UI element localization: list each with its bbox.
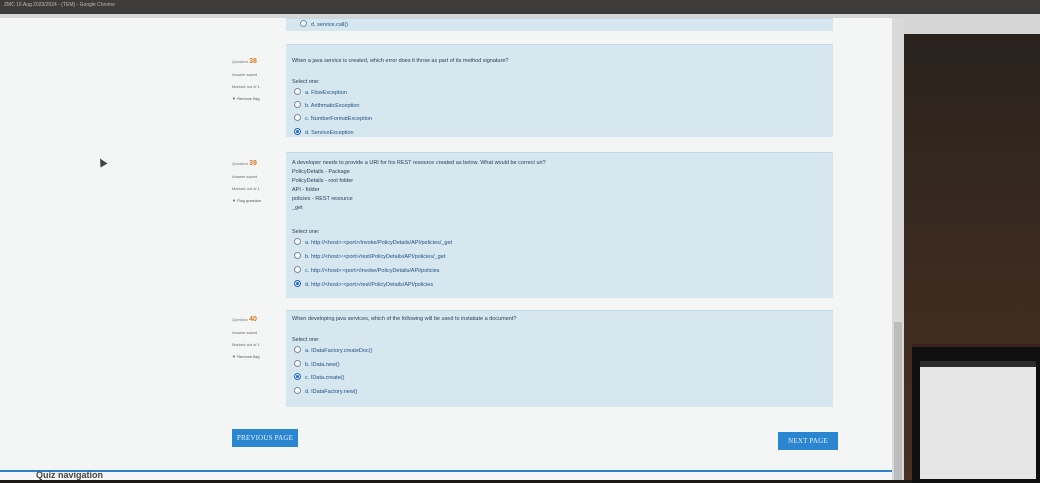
- question-info-40: Question 40 Answer saved Marked out of 1…: [232, 316, 260, 359]
- question-marks: Marked out of 1: [232, 186, 260, 191]
- question-status: Answer saved: [232, 72, 258, 77]
- option-d[interactable]: d. ServiceException: [294, 128, 354, 137]
- browser-title-bar: ZMC 16 Aug 2023/2024 - (TEM) - Google Ch…: [0, 0, 1040, 14]
- secondary-laptop-screen: [912, 344, 1040, 483]
- question-text-line: PolicyDetails - Package: [292, 169, 350, 175]
- question-info-39: Question 39 Answer saved Marked out of 1…: [232, 160, 261, 203]
- option-b[interactable]: b. http://<host>:<port>/rest/PolicyDetai…: [294, 252, 445, 261]
- next-page-button[interactable]: NEXT PAGE: [778, 432, 838, 450]
- question-text-line: API - folder: [292, 187, 320, 193]
- select-one-label: Select one:: [292, 79, 320, 85]
- laptop-screen-content: [920, 367, 1036, 479]
- previous-page-button[interactable]: PREVIOUS PAGE: [232, 429, 298, 447]
- radio-button[interactable]: [294, 101, 301, 109]
- flag-toggle[interactable]: ▼ Remove flag: [232, 96, 260, 101]
- question-text-line: PolicyDetails - root folder: [292, 178, 354, 184]
- question-number: Question 39: [232, 160, 257, 167]
- radio-button[interactable]: [294, 266, 301, 274]
- question-text: A developer needs to provide a URI for h…: [292, 160, 546, 166]
- page-scrollbar[interactable]: [892, 18, 904, 480]
- radio-button[interactable]: [294, 252, 301, 260]
- radio-button[interactable]: [300, 20, 307, 28]
- radio-button[interactable]: [294, 88, 301, 96]
- radio-button[interactable]: [294, 360, 301, 368]
- flag-toggle[interactable]: ▼ Remove flag: [232, 354, 260, 359]
- flag-icon: ▼: [232, 354, 236, 359]
- radio-button[interactable]: [294, 114, 301, 122]
- flag-icon: ▼: [232, 198, 236, 203]
- radio-button[interactable]: [294, 346, 301, 354]
- radio-button[interactable]: [294, 387, 301, 395]
- option-d[interactable]: d. IDataFactory.new(): [294, 387, 357, 396]
- option-a[interactable]: a. FlowException: [294, 88, 347, 97]
- window-title: ZMC 16 Aug 2023/2024 - (TEM) - Google Ch…: [4, 2, 115, 8]
- radio-button[interactable]: [294, 238, 301, 246]
- question-box-40: When developing java services, which of …: [286, 310, 833, 407]
- option-a[interactable]: a. http://<host>:<port>/invoke/PolicyDet…: [294, 238, 452, 247]
- option-d[interactable]: d. http://<host>:<port>/rest/PolicyDetai…: [294, 280, 433, 289]
- radio-button-selected[interactable]: [294, 280, 301, 288]
- question-status: Answer saved: [232, 174, 258, 179]
- question-text-line: policies - REST resource: [292, 196, 353, 202]
- question-37-tail: d. service.call(): [286, 18, 833, 31]
- select-one-label: Select one:: [292, 229, 320, 235]
- section-divider: [0, 470, 892, 472]
- radio-button-selected[interactable]: [294, 128, 301, 136]
- option-b[interactable]: b. ArithmaticException: [294, 101, 359, 110]
- option-a[interactable]: a. IDataFactory.createDoc(): [294, 346, 372, 355]
- option-row[interactable]: d. service.call(): [300, 20, 348, 29]
- question-text: When developing java services, which of …: [292, 316, 517, 322]
- quiz-navigation-heading: Quiz navigation: [36, 470, 104, 480]
- option-c[interactable]: c. http://<host>:<port>/invoke/PolicyDet…: [294, 266, 440, 275]
- scrollbar-thumb[interactable]: [894, 322, 902, 480]
- question-number: Question 38: [232, 58, 257, 65]
- option-c[interactable]: c. NumberFormatException: [294, 114, 372, 123]
- question-text-line: _get: [292, 205, 303, 211]
- option-label: d. service.call(): [311, 22, 348, 28]
- flag-icon: ▼: [232, 96, 236, 101]
- question-box-38: When a java service is created, which er…: [286, 44, 833, 137]
- question-text: When a java service is created, which er…: [292, 58, 509, 64]
- mouse-cursor-icon: [96, 156, 108, 168]
- question-status: Answer saved: [232, 330, 258, 335]
- select-one-label: Select one:: [292, 337, 320, 343]
- question-info-38: Question 38 Answer saved Marked out of 1…: [232, 58, 260, 101]
- question-marks: Marked out of 1: [232, 84, 260, 89]
- question-marks: Marked out of 1: [232, 342, 260, 347]
- question-number: Question 40: [232, 316, 257, 323]
- question-box-39: A developer needs to provide a URI for h…: [286, 152, 833, 298]
- option-b[interactable]: b. IData.new(): [294, 360, 340, 369]
- radio-button-selected[interactable]: [294, 373, 301, 381]
- option-c[interactable]: c. IData.create(): [294, 373, 344, 382]
- quiz-page: d. service.call() Question 38 Answer sav…: [0, 18, 892, 480]
- flag-toggle[interactable]: ▼ Flag question: [232, 198, 261, 203]
